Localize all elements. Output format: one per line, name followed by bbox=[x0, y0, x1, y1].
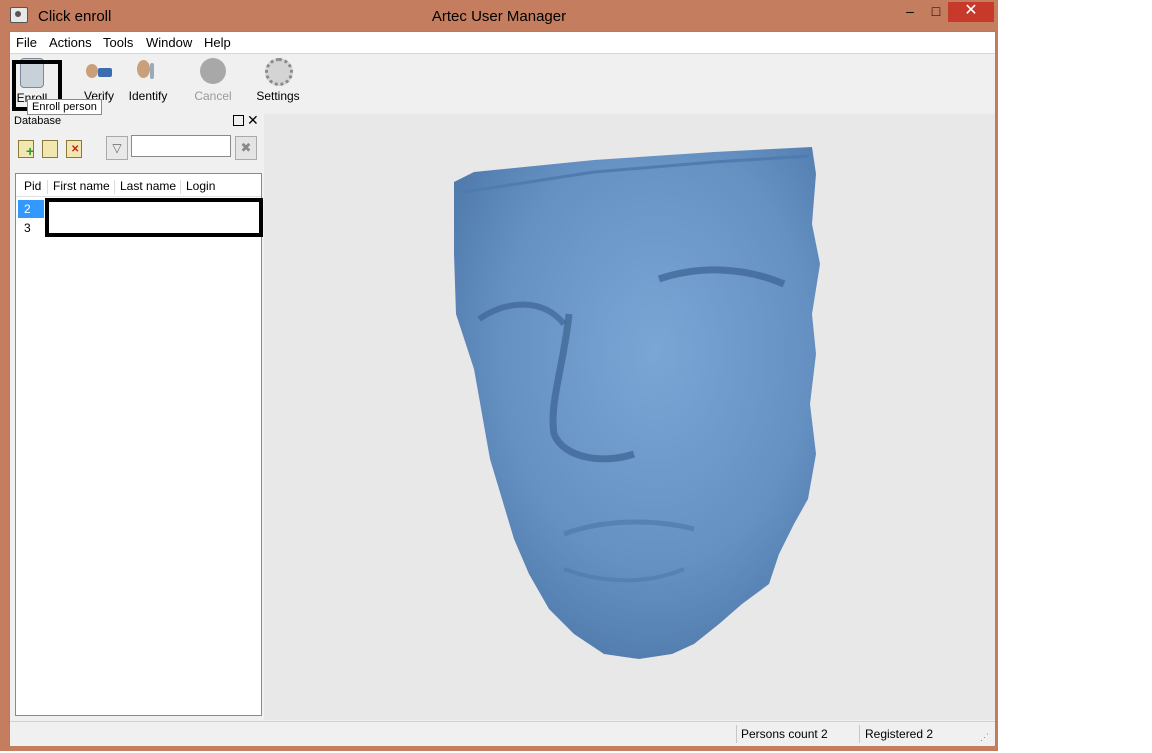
menu-tools[interactable]: Tools bbox=[103, 35, 133, 50]
column-last-name[interactable]: Last name bbox=[120, 179, 176, 193]
identify-label: Identify bbox=[128, 89, 168, 103]
settings-button[interactable]: Settings bbox=[254, 58, 302, 103]
enroll-tooltip: Enroll person bbox=[27, 99, 102, 115]
menu-help[interactable]: Help bbox=[204, 35, 231, 50]
client-area: File Actions Tools Window Help Enroll Ve… bbox=[9, 31, 996, 746]
toolbar: Enroll Verify Identify Cancel Settings bbox=[10, 54, 995, 112]
filter-icon[interactable]: ▽ bbox=[106, 136, 128, 160]
3d-viewport[interactable] bbox=[264, 114, 995, 720]
delete-person-icon[interactable] bbox=[66, 140, 82, 158]
persons-count: Persons count 2 bbox=[741, 727, 828, 741]
verify-icon bbox=[84, 58, 114, 86]
verify-button[interactable]: Verify bbox=[80, 58, 118, 103]
close-panel-icon[interactable]: ✕ bbox=[247, 112, 259, 129]
menu-file[interactable]: File bbox=[16, 35, 37, 50]
maximize-button[interactable]: □ bbox=[923, 2, 949, 22]
resize-grip-icon[interactable]: ⋰ bbox=[980, 732, 989, 743]
menu-actions[interactable]: Actions bbox=[49, 35, 92, 50]
column-pid[interactable]: Pid bbox=[24, 179, 41, 193]
window-title: Artec User Manager bbox=[431, 8, 567, 25]
identify-icon bbox=[133, 58, 163, 86]
settings-icon bbox=[263, 58, 293, 86]
app-window: Click enroll Artec User Manager – □ ✕ Fi… bbox=[0, 0, 998, 751]
window-caption-left: Click enroll bbox=[38, 8, 112, 25]
close-button[interactable]: ✕ bbox=[948, 2, 994, 22]
menu-window[interactable]: Window bbox=[146, 35, 192, 50]
persons-table: Pid First name Last name Login 2 3 bbox=[15, 173, 263, 716]
face-scan-model bbox=[454, 147, 820, 659]
face-surface bbox=[454, 147, 820, 659]
settings-label: Settings bbox=[256, 89, 300, 103]
copy-person-icon[interactable] bbox=[42, 140, 58, 158]
database-title: Database bbox=[14, 115, 62, 127]
names-highlight-box bbox=[45, 198, 263, 237]
column-login[interactable]: Login bbox=[186, 179, 215, 193]
cancel-label: Cancel bbox=[194, 89, 232, 103]
status-bar: Persons count 2 Registered 2 ⋰ bbox=[10, 721, 995, 746]
database-panel-header: Database ✕ bbox=[10, 112, 262, 130]
add-person-icon[interactable] bbox=[18, 140, 34, 159]
clear-filter-icon[interactable]: ✖ bbox=[235, 136, 257, 160]
float-panel-icon[interactable] bbox=[233, 115, 244, 126]
menu-bar: File Actions Tools Window Help bbox=[10, 32, 995, 54]
table-header: Pid First name Last name Login bbox=[16, 176, 261, 197]
pid-cell: 3 bbox=[24, 221, 31, 235]
app-icon bbox=[10, 7, 28, 23]
database-toolbar: ▽ ✖ bbox=[10, 132, 262, 166]
filter-input[interactable] bbox=[131, 135, 231, 157]
identify-button[interactable]: Identify bbox=[125, 58, 171, 103]
pid-cell: 2 bbox=[18, 200, 44, 218]
column-first-name[interactable]: First name bbox=[53, 179, 110, 193]
cancel-icon bbox=[198, 58, 228, 86]
minimize-button[interactable]: – bbox=[897, 2, 923, 22]
cancel-button[interactable]: Cancel bbox=[192, 58, 234, 103]
registered-count: Registered 2 bbox=[865, 727, 934, 741]
